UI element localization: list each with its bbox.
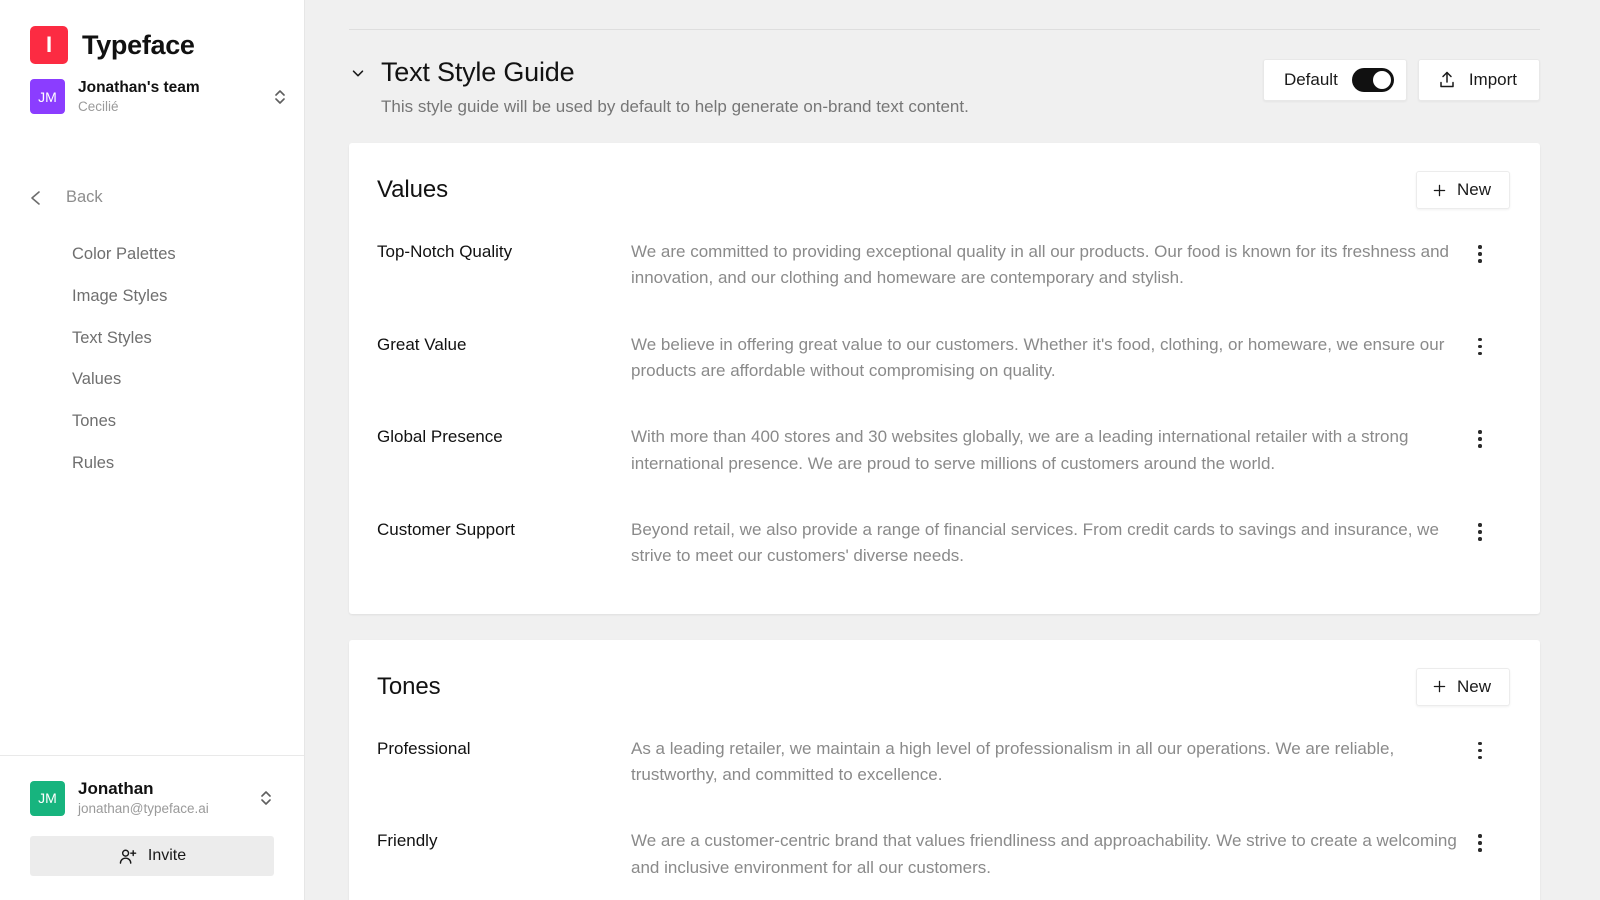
row-description: As a leading retailer, we maintain a hig… (631, 738, 1395, 785)
user-name: Jonathan (78, 779, 154, 799)
row-description: We are committed to providing exceptiona… (631, 242, 1449, 288)
row-name: Friendly (377, 831, 438, 851)
table-row: Customer Support Beyond retail, we also … (349, 497, 1540, 590)
team-subtitle: Cecilié (78, 99, 119, 115)
invite-button[interactable]: Invite (30, 836, 274, 876)
sidebar-item-values[interactable]: Values (0, 359, 304, 401)
values-new-button[interactable]: New (1415, 171, 1510, 209)
values-section-header: Values New (349, 143, 1540, 209)
brand-name: Typeface (82, 29, 195, 60)
row-name: Professional (377, 738, 471, 758)
brand-logo[interactable]: I Typeface (0, 0, 304, 64)
back-label: Back (66, 188, 103, 207)
tones-section-card: Tones New Professional As a leading reta… (349, 639, 1540, 900)
back-button[interactable]: Back (0, 188, 304, 208)
main-content: Text Style Guide This style guide will b… (305, 0, 1600, 900)
default-toggle-label: Default (1283, 70, 1338, 89)
invite-label: Invite (147, 847, 187, 864)
new-label: New (1456, 676, 1491, 696)
tones-new-button[interactable]: New (1415, 667, 1510, 706)
row-description: Beyond retail, we also provide a range o… (631, 520, 1439, 566)
sidebar-item-image-styles[interactable]: Image Styles (0, 276, 304, 318)
sidebar-item-text-styles[interactable]: Text Styles (0, 318, 304, 360)
tones-section-header: Tones New (349, 640, 1540, 706)
row-name: Customer Support (377, 520, 515, 540)
team-info: Jonathan's team Cecilié (78, 78, 259, 116)
team-switcher[interactable]: JM Jonathan's team Cecilié (0, 64, 304, 116)
team-name: Jonathan's team (78, 79, 200, 96)
chevron-down-icon[interactable] (349, 64, 367, 82)
kebab-menu-icon[interactable] (1467, 239, 1493, 263)
sidebar-nav: Color Palettes Image Styles Text Styles … (0, 234, 304, 485)
upload-icon (1437, 70, 1457, 90)
table-row: Friendly We are a customer-centric brand… (349, 808, 1540, 900)
page-description: This style guide will be used by default… (381, 97, 969, 116)
row-description: We are a customer-centric brand that val… (631, 831, 1457, 877)
row-name: Global Presence (377, 427, 503, 447)
table-row: Top-Notch Quality We are committed to pr… (349, 219, 1540, 312)
page-title: Text Style Guide (381, 57, 575, 87)
team-avatar: JM (30, 79, 65, 115)
kebab-menu-icon[interactable] (1467, 828, 1493, 852)
person-add-icon (118, 847, 137, 866)
kebab-menu-icon[interactable] (1467, 424, 1493, 448)
values-rows: Top-Notch Quality We are committed to pr… (349, 209, 1540, 590)
kebab-menu-icon[interactable] (1467, 332, 1493, 356)
chevron-left-icon (26, 188, 46, 208)
avatar: JM (30, 780, 65, 816)
user-account-switcher[interactable]: JM Jonathan jonathan@typeface.ai (30, 778, 274, 818)
sidebar-item-tones[interactable]: Tones (0, 401, 304, 443)
import-label: Import (1468, 70, 1517, 89)
plus-icon (1431, 182, 1448, 199)
page-header-text: Text Style Guide This style guide will b… (349, 57, 1263, 117)
app-root: I Typeface JM Jonathan's team Cecilié Ba… (0, 0, 1600, 900)
sidebar-item-rules[interactable]: Rules (0, 443, 304, 485)
section-title: Values (377, 176, 449, 203)
sidebar: I Typeface JM Jonathan's team Cecilié Ba… (0, 0, 305, 900)
page-header: Text Style Guide This style guide will b… (349, 30, 1540, 117)
typeface-logo-icon: I (30, 26, 68, 64)
user-email: jonathan@typeface.ai (78, 801, 209, 817)
chevron-up-down-icon (272, 84, 288, 110)
table-row: Professional As a leading retailer, we m… (349, 716, 1540, 809)
row-name: Top-Notch Quality (377, 242, 513, 261)
row-description: With more than 400 stores and 30 website… (631, 427, 1409, 473)
section-title: Tones (377, 672, 441, 700)
values-section-card: Values New Top-Notch Quality We are comm… (349, 143, 1540, 614)
header-actions: Default Import (1262, 57, 1540, 101)
plus-icon (1431, 678, 1448, 695)
tones-rows: Professional As a leading retailer, we m… (349, 706, 1540, 900)
table-row: Great Value We believe in offering great… (349, 312, 1540, 405)
row-name: Great Value (377, 334, 467, 354)
chevron-up-down-icon (258, 785, 274, 811)
sidebar-item-color-palettes[interactable]: Color Palettes (0, 234, 304, 276)
user-info: Jonathan jonathan@typeface.ai (78, 778, 245, 818)
row-description: We believe in offering great value to ou… (631, 334, 1445, 381)
kebab-menu-icon[interactable] (1467, 517, 1493, 541)
toggle-switch[interactable] (1351, 68, 1394, 92)
table-row: Global Presence With more than 400 store… (349, 404, 1540, 497)
kebab-menu-icon[interactable] (1467, 736, 1493, 760)
import-button[interactable]: Import (1417, 59, 1540, 101)
new-label: New (1456, 180, 1491, 199)
sidebar-footer: JM Jonathan jonathan@typeface.ai Invite (0, 755, 304, 900)
default-toggle-button[interactable]: Default (1262, 59, 1407, 101)
